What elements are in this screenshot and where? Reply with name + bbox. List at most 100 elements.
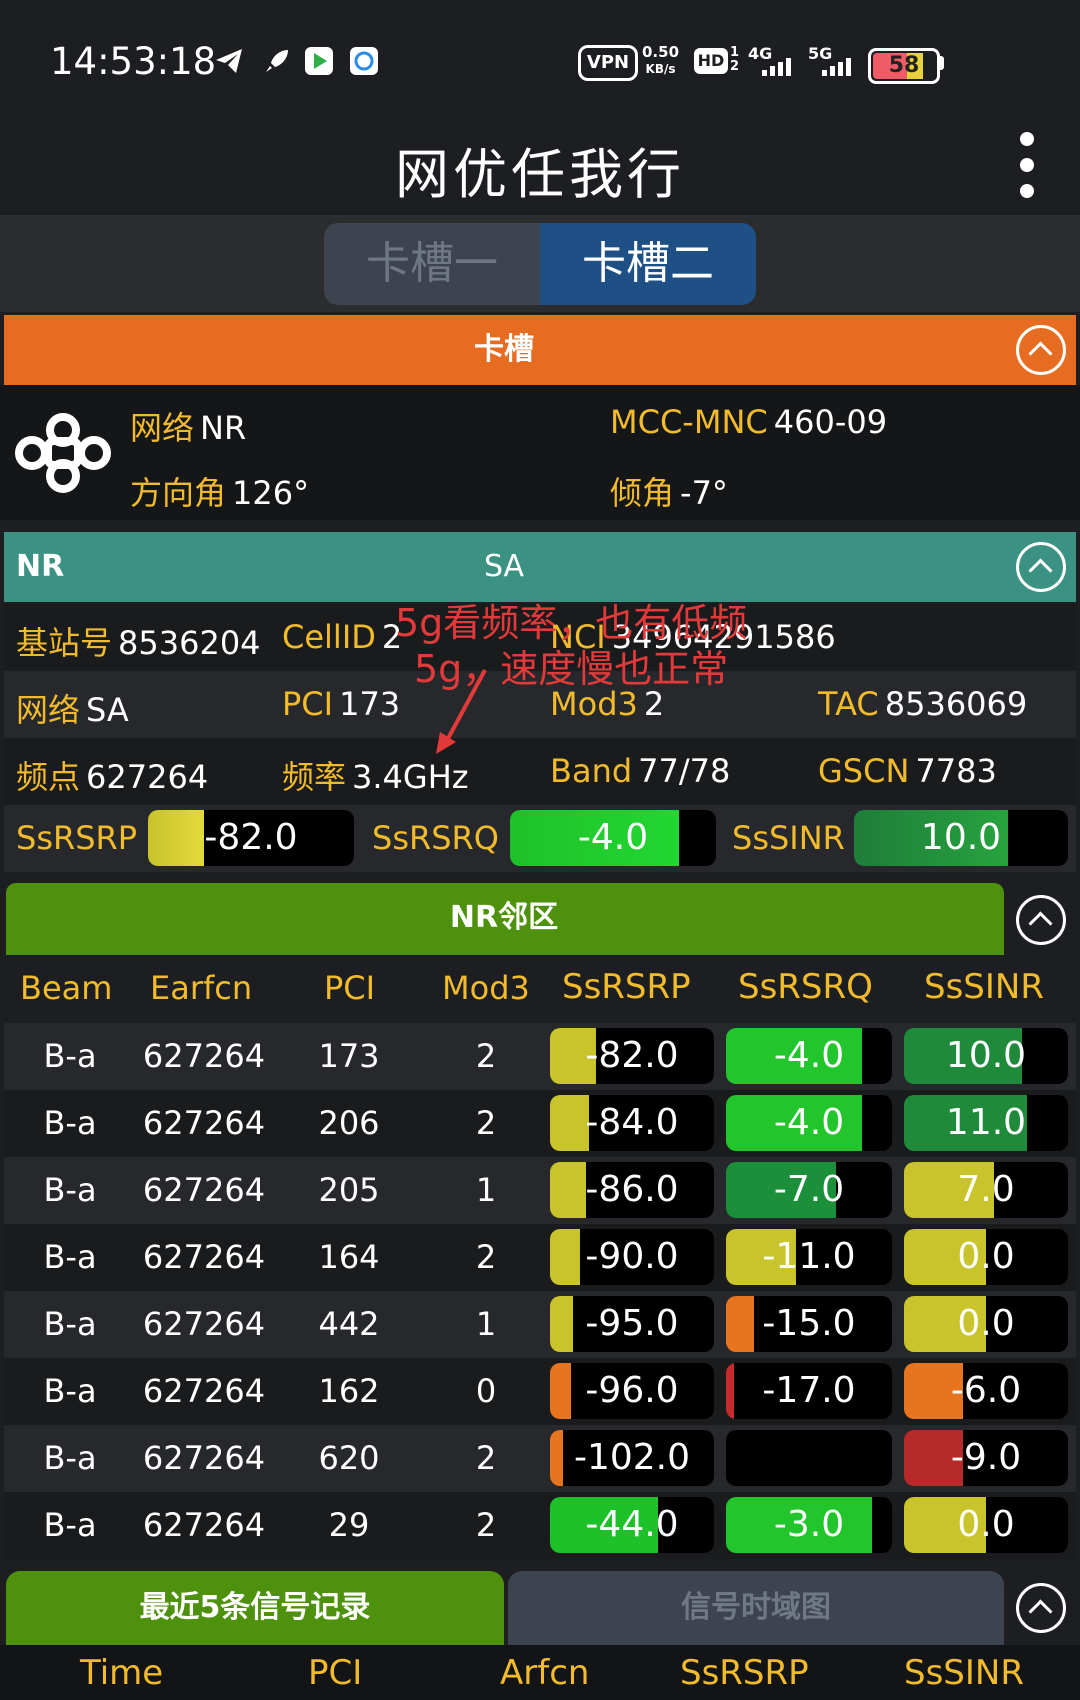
beam-cell: B-a: [43, 1506, 97, 1544]
battery-level: 58: [888, 53, 920, 78]
table-row: B-a 627264 206 2 -84.0 -4.0 11.0: [4, 1090, 1076, 1157]
sssinr-label: SsSINR: [732, 819, 845, 857]
sssinr-value: 10.0: [920, 817, 1002, 858]
ssrsrq-bar: -4.0: [510, 810, 716, 866]
band-label: Band: [550, 752, 633, 790]
nr-section-header[interactable]: NR SA: [4, 532, 1076, 602]
tab-sim-1[interactable]: 卡槽一: [324, 223, 540, 305]
col-mod3: Mod3: [442, 969, 530, 1007]
ssrsrq-cell-value: -17.0: [762, 1370, 856, 1411]
tab-signal-timeline[interactable]: 信号时域图: [508, 1571, 1004, 1645]
ssrsrq-cell: -15.0: [726, 1296, 892, 1352]
sssinr-cell-value: 0.0: [957, 1303, 1015, 1344]
ssrsrq-cell-value: -4.0: [773, 1102, 845, 1143]
collapse-neighbor-icon[interactable]: [1016, 895, 1066, 945]
collapse-sim-icon[interactable]: [1016, 325, 1066, 375]
ssrsrp-cell: -95.0: [550, 1296, 714, 1352]
arfcn-field: 频点 627264: [16, 752, 208, 798]
ssrsrq-cell-value: -15.0: [762, 1303, 856, 1344]
gnb-id-label: 基站号: [16, 624, 113, 662]
rocket-icon: [266, 50, 288, 72]
frequency-label: 频率: [282, 758, 347, 796]
arfcn-value: 627264: [86, 758, 209, 796]
sssinr-cell: 0.0: [904, 1229, 1068, 1285]
beam-cell: B-a: [43, 1171, 97, 1209]
sssinr-cell-value: 0.0: [957, 1504, 1015, 1545]
table-row: B-a 627264 162 0 -96.0 -17.0 -6.0: [4, 1358, 1076, 1425]
ssrsrq-value: -4.0: [577, 817, 649, 858]
collapse-records-icon[interactable]: [1016, 1583, 1066, 1633]
bottom-tabs: 最近5条信号记录 信号时域图: [0, 1565, 1080, 1645]
speed-unit: KB/s: [645, 62, 676, 76]
vpn-badge: VPN: [578, 45, 638, 81]
frequency-value: 3.4GHz: [352, 758, 469, 796]
earfcn-cell: 627264: [142, 1238, 266, 1276]
table-row: B-a 627264 620 2 -102.0 -9.0: [4, 1425, 1076, 1492]
azimuth-value: 126°: [232, 474, 310, 512]
ssrsrp-cell: -44.0: [550, 1497, 714, 1553]
nr-mode-title: SA: [483, 549, 525, 584]
beam-cell: B-a: [43, 1104, 97, 1142]
sim-section-header[interactable]: 卡槽: [4, 315, 1076, 385]
col-records-pci: PCI: [308, 1653, 363, 1693]
ssrsrq-cell-value: -4.0: [773, 1035, 845, 1076]
app-bar: 网优任我行: [0, 110, 1080, 217]
mod3-cell: 2: [475, 1506, 497, 1544]
earfcn-cell: 627264: [142, 1305, 266, 1343]
ssrsrq-cell-value: -7.0: [773, 1169, 845, 1210]
tac-value: 8536069: [884, 685, 1028, 723]
ssrsrq-label-text: SsRSRQ: [372, 819, 499, 857]
col-pci: PCI: [324, 969, 376, 1007]
more-options-icon[interactable]: [1014, 132, 1040, 198]
ssrsrp-value: -82.0: [204, 817, 298, 858]
tilt-field: 倾角 -7°: [610, 468, 728, 514]
cellid-label: CellID: [282, 618, 376, 656]
table-row: B-a 627264 442 1 -95.0 -15.0 0.0: [4, 1291, 1076, 1358]
tab-recent-records[interactable]: 最近5条信号记录: [6, 1571, 504, 1645]
ssrsrp-bar: -82.0: [148, 810, 354, 866]
neighbor-section-header[interactable]: NR邻区: [4, 883, 1076, 955]
beam-cell: B-a: [43, 1439, 97, 1477]
col-arfcn: Arfcn: [500, 1653, 590, 1693]
frequency-field: 频率 3.4GHz: [282, 752, 469, 798]
col-ssrsrp: SsRSRP: [562, 967, 691, 1007]
band-field: Band 77/78: [550, 752, 730, 790]
gscn-field: GSCN 7783: [818, 752, 997, 790]
neighbor-table-header: Beam Earfcn PCI Mod3 SsRSRP SsRSRQ SsSIN…: [4, 955, 1076, 1023]
ssrsrq-cell: -4.0: [726, 1028, 892, 1084]
sssinr-cell: -9.0: [904, 1430, 1068, 1486]
gnb-id-value: 8536204: [118, 624, 261, 662]
network-label: 网络: [130, 409, 195, 447]
collapse-nr-icon[interactable]: [1016, 542, 1066, 592]
gnb-id-field: 基站号 8536204: [16, 618, 261, 664]
arfcn-label: 频点: [16, 758, 81, 796]
ssrsrq-cell: -4.0: [726, 1095, 892, 1151]
china-unicom-logo: [15, 413, 111, 493]
sssinr-cell: 0.0: [904, 1296, 1068, 1352]
table-row: B-a 627264 164 2 -90.0 -11.0 0.0: [4, 1224, 1076, 1291]
gscn-value: 7783: [915, 752, 997, 790]
sssinr-bar: 10.0: [854, 810, 1068, 866]
mccmnc-field: MCC-MNC 460-09: [610, 403, 887, 441]
col-beam: Beam: [20, 969, 113, 1007]
col-sssinr: SsSINR: [924, 967, 1044, 1007]
beam-cell: B-a: [43, 1037, 97, 1075]
battery-icon: 58: [868, 48, 940, 84]
network-mode-value: SA: [86, 691, 129, 729]
sssinr-cell-value: 10.0: [945, 1035, 1027, 1076]
status-time: 14:53:18: [50, 40, 217, 83]
pci-cell: 173: [318, 1037, 380, 1075]
col-records-ssrsrp: SsRSRP: [680, 1653, 809, 1693]
tilt-value: -7°: [680, 474, 728, 512]
ssrsrp-cell-value: -90.0: [585, 1236, 679, 1277]
mod3-cell: 0: [475, 1372, 497, 1410]
earfcn-cell: 627264: [142, 1037, 266, 1075]
ssrsrq-cell: -11.0: [726, 1229, 892, 1285]
tab-sim-2[interactable]: 卡槽二: [540, 223, 756, 305]
mod3-cell: 1: [475, 1305, 497, 1343]
sssinr-cell: 10.0: [904, 1028, 1068, 1084]
network-mode-label: 网络: [16, 691, 81, 729]
beam-cell: B-a: [43, 1238, 97, 1276]
neighbor-section-title: NR邻区: [449, 900, 559, 935]
speed-value: 0.50: [642, 43, 680, 61]
